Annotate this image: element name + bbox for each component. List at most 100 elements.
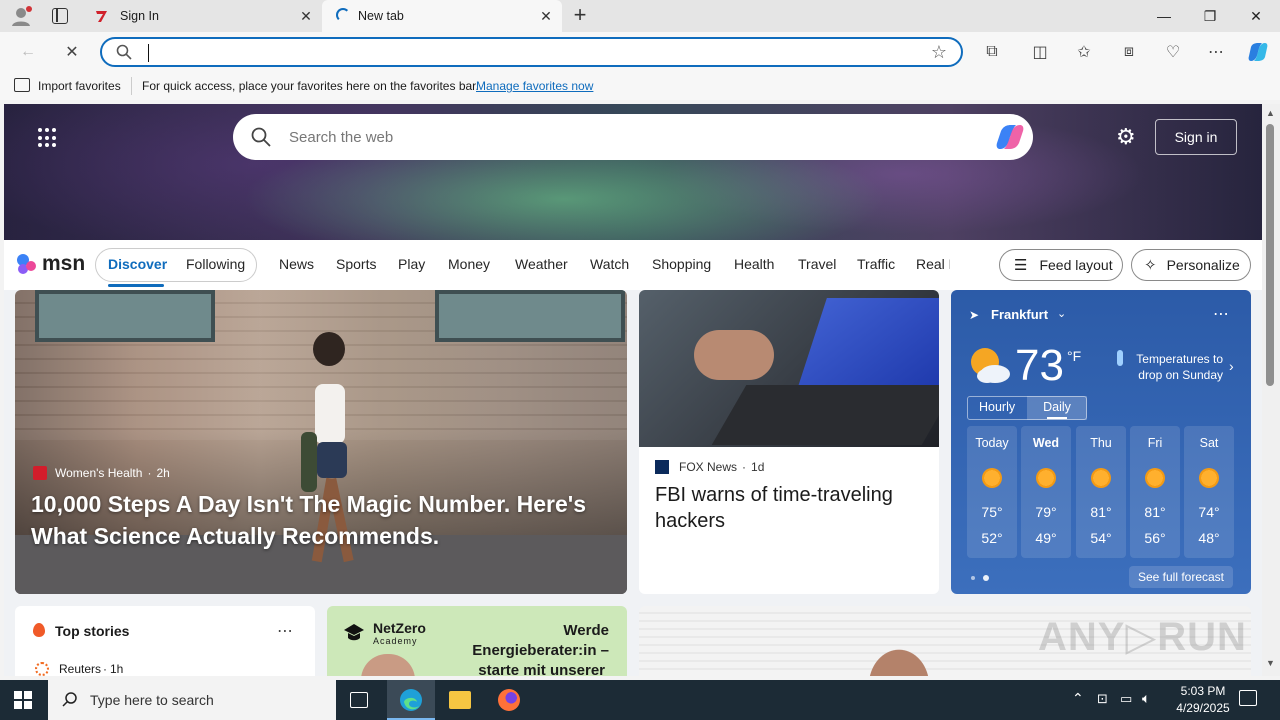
feed-layout-label: Feed layout: [1039, 257, 1113, 273]
nav-sports[interactable]: Sports: [336, 256, 376, 272]
split-screen-icon[interactable]: ◫: [1028, 40, 1052, 64]
forecast-high: 74°: [1198, 504, 1220, 520]
windows-start-icon[interactable]: [14, 691, 32, 709]
watermark-logo: ANY▷RUN: [1038, 615, 1247, 659]
favorites-icon[interactable]: ✩: [1072, 40, 1096, 64]
forecast-day[interactable]: Today 75° 52°: [967, 426, 1017, 558]
weather-location[interactable]: Frankfurt: [991, 307, 1048, 322]
address-bar[interactable]: ☆: [100, 37, 963, 67]
edge-taskbar-icon[interactable]: [387, 680, 435, 720]
close-window-button[interactable]: ✕: [1233, 0, 1279, 32]
msn-logo[interactable]: msn: [16, 250, 85, 278]
nav-traffic[interactable]: Traffic: [857, 256, 895, 272]
netzero-ad-card[interactable]: NetZero Academy Werde Energieberater:in …: [327, 606, 627, 676]
thermometer-icon: [1117, 350, 1123, 366]
personalize-button[interactable]: ✧ Personalize: [1131, 249, 1251, 281]
volume-icon[interactable]: 🔈︎: [1142, 690, 1150, 707]
taskbar-search-input[interactable]: Type here to search: [90, 692, 214, 708]
story-source: FOX News: [679, 460, 738, 474]
favorite-star-icon[interactable]: ☆: [931, 42, 947, 63]
story-headline[interactable]: 10,000 Steps A Day Isn't The Magic Numbe…: [31, 488, 611, 552]
main-story-card[interactable]: Women's Health · 2h 10,000 Steps A Day I…: [15, 290, 627, 594]
tab-actions-icon[interactable]: [52, 8, 68, 24]
nav-news[interactable]: News: [279, 256, 314, 272]
chevron-right-icon[interactable]: ›: [1229, 358, 1234, 374]
tab-new-tab[interactable]: New tab ✕: [322, 0, 562, 32]
file-explorer-icon[interactable]: [449, 691, 471, 709]
nav-weather[interactable]: Weather: [515, 256, 568, 272]
task-view-icon[interactable]: [350, 692, 368, 708]
web-search-box[interactable]: Search the web: [233, 114, 1033, 160]
close-tab-icon[interactable]: ✕: [538, 8, 554, 24]
restore-button[interactable]: ❐: [1187, 0, 1233, 32]
story-source: Women's Health: [55, 466, 143, 480]
clock-time[interactable]: 5:03 PM: [1173, 684, 1233, 698]
collections-icon[interactable]: ⧈: [1117, 40, 1141, 64]
tab-following[interactable]: Following: [186, 256, 245, 272]
forecast-day[interactable]: Thu 81° 54°: [1076, 426, 1126, 558]
tab-sign-in[interactable]: Sign In ✕: [84, 0, 322, 32]
chevron-down-icon[interactable]: ⌄: [1057, 307, 1066, 320]
tab-discover[interactable]: Discover: [108, 256, 167, 272]
scroll-up-icon[interactable]: ▲: [1266, 108, 1275, 118]
nav-shopping[interactable]: Shopping: [652, 256, 711, 272]
search-icon: [251, 127, 271, 150]
minimize-button[interactable]: —: [1141, 0, 1187, 32]
forecast-day[interactable]: Sat 74° 48°: [1184, 426, 1234, 558]
scrollbar-thumb[interactable]: [1266, 124, 1274, 386]
manage-favorites-link[interactable]: Manage favorites now: [476, 79, 593, 93]
new-tab-button[interactable]: +: [569, 4, 591, 26]
nav-watch[interactable]: Watch: [590, 256, 629, 272]
nav-play[interactable]: Play: [398, 256, 425, 272]
nav-real-estate[interactable]: Real E: [916, 256, 950, 272]
more-options-icon[interactable]: ⋯: [277, 621, 293, 641]
nav-health[interactable]: Health: [734, 256, 774, 272]
more-menu-icon[interactable]: ⋯: [1204, 40, 1228, 64]
fbi-story-card[interactable]: FOX News · 1d FBI warns of time-travelin…: [639, 290, 939, 594]
apps-launcher-icon[interactable]: [38, 128, 58, 148]
msn-butterfly-icon: [16, 252, 40, 276]
show-hidden-icons-icon[interactable]: ⌃: [1072, 690, 1084, 707]
import-favorites-button[interactable]: Import favorites: [38, 79, 121, 93]
see-full-forecast-button[interactable]: See full forecast: [1129, 566, 1233, 588]
vertical-scrollbar[interactable]: ▲ ▼: [1262, 104, 1280, 676]
msn-sign-in-button[interactable]: Sign in: [1155, 119, 1237, 155]
profile-icon[interactable]: [10, 6, 32, 26]
loading-spinner-icon: [336, 8, 350, 22]
weather-alert[interactable]: Temperatures to drop on Sunday: [1131, 351, 1223, 383]
forecast-day[interactable]: Wed 79° 49°: [1021, 426, 1071, 558]
import-favorites-icon[interactable]: [14, 78, 30, 92]
close-tab-icon[interactable]: ✕: [298, 8, 314, 24]
feed-layout-button[interactable]: ☰ Feed layout: [999, 249, 1123, 281]
address-input[interactable]: [148, 44, 149, 62]
scroll-down-icon[interactable]: ▼: [1266, 658, 1275, 668]
ethernet-icon[interactable]: ▭: [1120, 691, 1132, 707]
tab-hourly[interactable]: Hourly: [979, 400, 1015, 414]
meta-separator: ·: [147, 466, 152, 480]
clock-date[interactable]: 4/29/2025: [1168, 701, 1238, 715]
network-icon[interactable]: ⊡: [1097, 691, 1108, 707]
copilot-icon[interactable]: [1246, 40, 1270, 64]
story-headline[interactable]: FBI warns of time-traveling hackers: [655, 482, 925, 534]
copilot-icon[interactable]: [995, 123, 1025, 154]
nav-travel[interactable]: Travel: [798, 256, 836, 272]
top-stories-title[interactable]: Top stories: [55, 623, 129, 639]
settings-gear-icon[interactable]: ⚙: [1116, 126, 1138, 148]
forecast-day[interactable]: Fri 81° 56°: [1130, 426, 1180, 558]
tab-strip: Sign In ✕ New tab ✕ + — ❐ ✕: [0, 0, 1280, 32]
taskbar-search[interactable]: Type here to search: [48, 680, 336, 720]
back-icon[interactable]: ←: [16, 40, 40, 64]
daily-indicator: [1047, 417, 1067, 419]
forecast-day-label: Sat: [1199, 436, 1219, 450]
nav-money[interactable]: Money: [448, 256, 490, 272]
favorites-bar-message: For quick access, place your favorites h…: [142, 79, 479, 93]
extensions-icon[interactable]: ⧉: [980, 40, 1004, 64]
stop-loading-icon[interactable]: ✕: [60, 40, 84, 64]
carousel-dot[interactable]: [983, 575, 989, 581]
firefox-icon[interactable]: [498, 689, 520, 711]
web-search-input[interactable]: Search the web: [289, 129, 393, 146]
carousel-dot-active[interactable]: [971, 576, 975, 580]
browser-essentials-icon[interactable]: ♡: [1161, 40, 1185, 64]
notifications-icon[interactable]: [1239, 690, 1257, 706]
more-options-icon[interactable]: ⋯: [1213, 304, 1229, 324]
